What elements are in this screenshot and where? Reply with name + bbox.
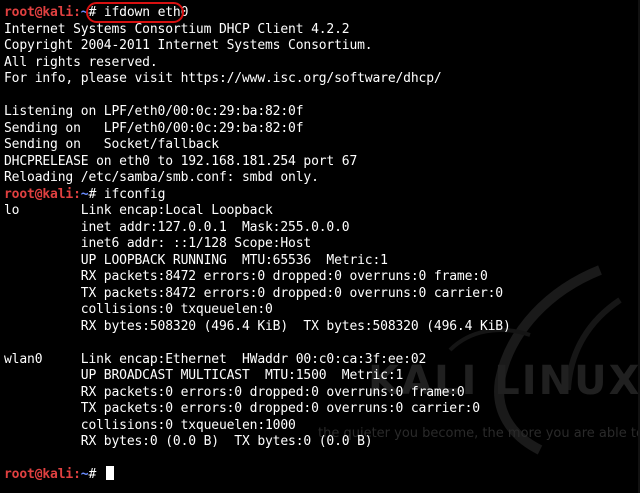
output-line: RX packets:8472 errors:0 dropped:0 overr…	[4, 269, 488, 284]
prompt-line: root@kali:~# ifconfig	[4, 186, 165, 203]
prompt-separator: :	[73, 5, 81, 20]
prompt-separator: :	[73, 467, 81, 482]
command-highlight-annotation	[86, 2, 184, 23]
output-line: RX bytes:0 (0.0 B) TX bytes:0 (0.0 B)	[4, 434, 373, 449]
prompt-user-host: root@kali	[4, 467, 74, 482]
output-line: Internet Systems Consortium DHCP Client …	[4, 21, 350, 37]
output-line: Sending on Socket/fallback	[4, 137, 219, 152]
output-line: RX packets:0 errors:0 dropped:0 overruns…	[4, 384, 465, 400]
output-line: inet6 addr: ::1/128 Scope:Host	[4, 236, 312, 251]
output-line: DHCPRELEASE on eth0 to 192.168.181.254 p…	[4, 153, 358, 169]
output-line: For info, please visit https://www.isc.o…	[4, 71, 442, 86]
terminal-window[interactable]: KALI LINUX the quieter you become, the m…	[0, 0, 640, 493]
command-space	[96, 467, 104, 482]
output-line: UP BROADCAST MULTICAST MTU:1500 Metric:1	[4, 368, 404, 383]
prompt-symbol: #	[88, 186, 97, 202]
output-line: RX bytes:508320 (496.4 KiB) TX bytes:508…	[4, 318, 511, 334]
output-line: wlan0 Link encap:Ethernet HWaddr 00:c0:c…	[4, 351, 427, 367]
output-line: TX packets:8472 errors:0 dropped:0 overr…	[4, 285, 503, 301]
output-line: collisions:0 txqueuelen:1000	[4, 417, 296, 433]
prompt-separator: :	[73, 186, 81, 202]
output-line: TX packets:0 errors:0 dropped:0 overruns…	[4, 401, 480, 416]
output-line: Reloading /etc/samba/smb.conf: smbd only…	[4, 170, 319, 185]
output-line: All rights reserved.	[4, 54, 158, 70]
prompt-user-host: root@kali	[4, 186, 74, 202]
command-text: ifconfig	[96, 186, 166, 202]
output-line: Copyright 2004-2011 Internet Systems Con…	[4, 38, 373, 53]
output-line: UP LOOPBACK RUNNING MTU:65536 Metric:1	[4, 252, 388, 268]
output-line: collisions:0 txqueuelen:0	[4, 302, 273, 317]
text-cursor[interactable]	[105, 466, 114, 480]
prompt-line: root@kali:~#	[4, 466, 114, 483]
prompt-user-host: root@kali	[4, 5, 74, 20]
output-line: Listening on LPF/eth0/00:0c:29:ba:82:0f	[4, 104, 304, 119]
output-line: inet addr:127.0.0.1 Mask:255.0.0.0	[4, 219, 350, 235]
prompt-symbol: #	[88, 467, 97, 482]
output-line: Sending on LPF/eth0/00:0c:29:ba:82:0f	[4, 120, 304, 136]
output-line: lo Link encap:Local Loopback	[4, 203, 273, 218]
